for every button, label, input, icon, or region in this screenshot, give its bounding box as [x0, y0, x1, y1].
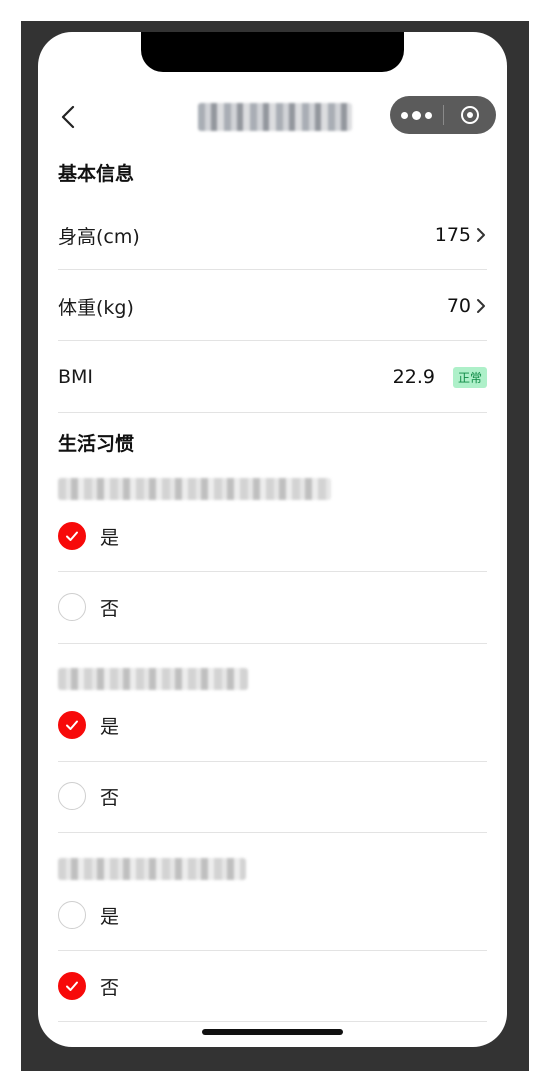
divider: [58, 412, 487, 413]
bmi-value: 22.9: [392, 366, 435, 388]
option-label: 是: [100, 526, 120, 549]
question-1-text-blurred: [58, 478, 331, 500]
weight-row[interactable]: 体重(kg) 70: [58, 293, 487, 319]
home-indicator: [202, 1029, 343, 1035]
option-label: 否: [100, 597, 120, 620]
q1-option-no[interactable]: 否: [58, 593, 487, 621]
bmi-status-badge: 正常: [452, 366, 487, 388]
bmi-label: BMI: [58, 366, 94, 388]
unchecked-radio-icon[interactable]: [58, 782, 86, 810]
section-title-basic: 基本信息: [58, 163, 135, 185]
chevron-right-icon: [477, 228, 485, 242]
height-label: 身高(cm): [58, 225, 140, 248]
divider: [58, 340, 487, 341]
more-dots-icon[interactable]: [390, 96, 443, 134]
divider: [58, 950, 487, 951]
notch: [141, 32, 404, 72]
option-label: 是: [100, 715, 120, 738]
q2-option-no[interactable]: 否: [58, 782, 487, 810]
question-2-text-blurred: [58, 668, 248, 690]
section-title-lifestyle: 生活习惯: [58, 433, 135, 455]
option-label: 是: [100, 905, 120, 928]
checked-radio-icon[interactable]: [58, 711, 86, 739]
divider: [58, 1021, 487, 1022]
q1-option-yes[interactable]: 是: [58, 522, 487, 550]
weight-value: 70: [446, 295, 471, 317]
close-target-icon[interactable]: [444, 96, 496, 134]
question-3-text-blurred: [58, 858, 246, 880]
back-chevron-left-icon[interactable]: [58, 104, 80, 130]
q3-option-no[interactable]: 否: [58, 972, 487, 1000]
chevron-right-icon: [477, 299, 485, 313]
checked-radio-icon[interactable]: [58, 972, 86, 1000]
q2-option-yes[interactable]: 是: [58, 711, 487, 739]
option-label: 否: [100, 976, 120, 999]
weight-label: 体重(kg): [58, 296, 134, 319]
divider: [58, 269, 487, 270]
phone-screen: 基本信息 身高(cm) 175 体重(kg) 70 BMI 22.9 正常 生活…: [38, 32, 507, 1047]
page-title-blurred: [198, 103, 352, 131]
option-label: 否: [100, 786, 120, 809]
unchecked-radio-icon[interactable]: [58, 901, 86, 929]
divider: [58, 571, 487, 572]
divider: [58, 761, 487, 762]
height-value: 175: [434, 224, 471, 246]
mini-program-capsule: [390, 96, 496, 134]
checked-radio-icon[interactable]: [58, 522, 86, 550]
divider: [58, 643, 487, 644]
unchecked-radio-icon[interactable]: [58, 593, 86, 621]
bmi-row: BMI 22.9 正常: [58, 364, 487, 390]
height-row[interactable]: 身高(cm) 175: [58, 222, 487, 248]
q3-option-yes[interactable]: 是: [58, 901, 487, 929]
divider: [58, 832, 487, 833]
